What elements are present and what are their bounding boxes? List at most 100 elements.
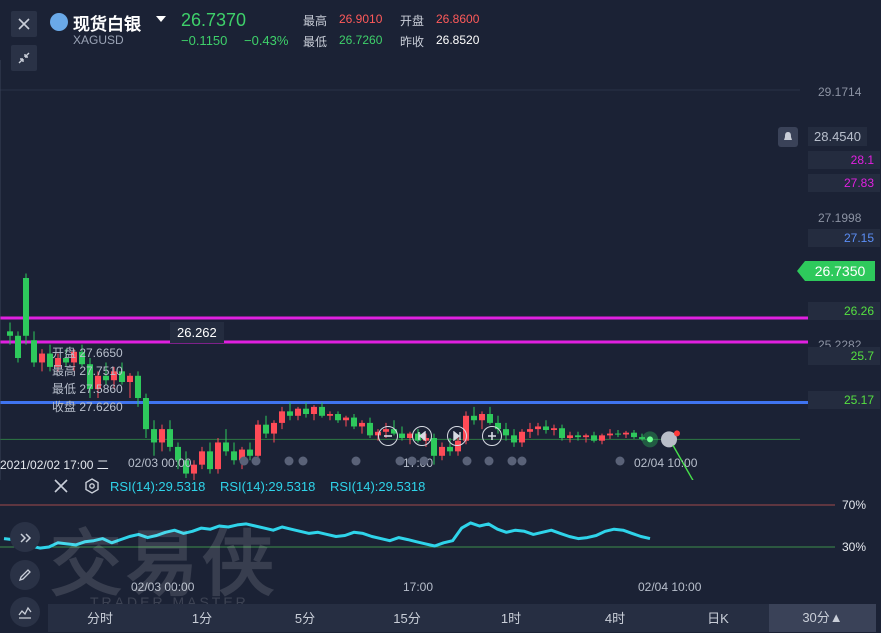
dropdown-icon[interactable] bbox=[156, 16, 166, 22]
candle-body bbox=[327, 414, 333, 416]
candle-body bbox=[15, 335, 21, 359]
candle-body bbox=[567, 435, 573, 439]
rsi-label-2: RSI(14):29.5318 bbox=[220, 479, 316, 494]
open-label: 开盘 bbox=[400, 14, 425, 28]
rsi-label-3: RSI(14):29.5318 bbox=[330, 479, 426, 494]
ohlc-high: 最高 27.7510 bbox=[52, 364, 123, 378]
open-value: 26.8600 bbox=[436, 12, 480, 26]
ohlc-overlay: 开盘 27.6650 最高 27.7510 最低 27.5860 收盘 27.6… bbox=[52, 344, 123, 416]
tab-15min[interactable]: 15分 bbox=[377, 608, 437, 627]
level-label-25-7: 25.7 bbox=[808, 347, 880, 365]
candle-body bbox=[135, 375, 141, 399]
candle-body bbox=[263, 424, 269, 434]
pencil-icon bbox=[18, 569, 31, 582]
candle-body bbox=[487, 414, 493, 423]
low-label: 最低 bbox=[303, 35, 328, 49]
candle-body bbox=[519, 431, 525, 443]
event-markers bbox=[239, 456, 625, 466]
candle-body bbox=[295, 408, 301, 416]
candle-body bbox=[527, 429, 533, 432]
candle-body bbox=[127, 375, 133, 383]
close-icon bbox=[54, 479, 68, 493]
expand-tool-button[interactable] bbox=[10, 522, 40, 552]
level-label-25-17: 25.17 bbox=[808, 391, 880, 409]
tab-4hour[interactable]: 4时 bbox=[585, 608, 645, 627]
prev-close-value: 26.8520 bbox=[436, 33, 480, 47]
silver-logo-icon bbox=[50, 13, 68, 31]
low-marker-value: 26.262 bbox=[177, 325, 217, 340]
plus-icon bbox=[488, 432, 496, 440]
price-change: −0.1150 bbox=[181, 33, 228, 48]
rsi-time-2: 17:00 bbox=[403, 580, 434, 594]
candle-body bbox=[551, 428, 557, 431]
candle-body bbox=[31, 340, 37, 363]
candle-body bbox=[351, 417, 357, 427]
ohlc-open: 开盘 27.6650 bbox=[52, 346, 123, 360]
candle-body bbox=[575, 435, 581, 438]
current-price-value: 26.7350 bbox=[814, 263, 866, 279]
ohlc-low: 最低 27.5860 bbox=[52, 382, 123, 396]
rsi-ref-high: 70% bbox=[842, 498, 867, 512]
skip-forward-icon bbox=[453, 431, 461, 441]
level-label-27-83: 27.83 bbox=[808, 174, 880, 192]
candle-body bbox=[39, 353, 45, 363]
candle-body bbox=[311, 406, 317, 415]
instrument-title[interactable]: 现货白银 bbox=[73, 10, 141, 35]
scroll-end-button[interactable] bbox=[447, 426, 467, 446]
level-label-27-15: 27.15 bbox=[808, 229, 880, 247]
candle-body bbox=[7, 331, 13, 336]
candle-body bbox=[143, 398, 149, 430]
prev-close-label: 昨收 bbox=[400, 35, 425, 49]
tab-day[interactable]: 日K bbox=[688, 608, 748, 627]
candle-body bbox=[319, 406, 325, 416]
candle-body bbox=[511, 435, 517, 443]
expand-icon bbox=[20, 533, 32, 543]
ohlc-close: 收盘 27.6260 bbox=[52, 400, 123, 414]
tab-5min[interactable]: 5分 bbox=[275, 608, 335, 627]
tab-tick[interactable]: 分时 bbox=[70, 608, 130, 627]
current-price-dot bbox=[647, 436, 653, 443]
indicator-icon bbox=[18, 606, 32, 619]
zoom-in-button[interactable] bbox=[482, 426, 502, 446]
close-icon bbox=[18, 18, 30, 30]
axis-price-alert: 28.4540 bbox=[808, 127, 867, 146]
current-price: 26.7370 bbox=[181, 10, 247, 30]
minus-icon bbox=[384, 435, 392, 437]
candlestick-chart[interactable] bbox=[0, 60, 881, 480]
rsi-ref-low: 30% bbox=[842, 540, 867, 554]
candle-body bbox=[343, 417, 349, 421]
skip-back-icon bbox=[418, 431, 426, 441]
tab-1hour[interactable]: 1时 bbox=[481, 608, 541, 627]
candle-body bbox=[503, 429, 509, 436]
alert-bell-icon[interactable] bbox=[778, 127, 798, 147]
candle-body bbox=[359, 422, 365, 427]
close-button[interactable] bbox=[11, 11, 37, 37]
low-value: 26.7260 bbox=[339, 33, 383, 47]
candle-body bbox=[631, 432, 637, 438]
zoom-out-button[interactable] bbox=[378, 426, 398, 446]
candle-body bbox=[271, 422, 277, 434]
price-change-pct: −0.43% bbox=[244, 33, 289, 48]
high-value: 26.9010 bbox=[339, 12, 383, 26]
instrument-symbol: XAGUSD bbox=[73, 33, 124, 47]
scroll-start-button[interactable] bbox=[412, 426, 432, 446]
indicator-tool-button[interactable] bbox=[10, 597, 40, 627]
candle-body bbox=[599, 435, 605, 441]
candle-body bbox=[623, 432, 629, 435]
rsi-label-1: RSI(14):29.5318 bbox=[110, 479, 206, 494]
candle-body bbox=[151, 429, 157, 443]
rsi-time-3: 02/04 10:00 bbox=[638, 580, 702, 594]
candle-body bbox=[559, 428, 565, 439]
candle-body bbox=[159, 429, 165, 443]
tab-1min[interactable]: 1分 bbox=[172, 608, 232, 627]
candle-body bbox=[335, 414, 341, 421]
candle-body bbox=[471, 415, 477, 421]
tab-30min[interactable]: 30分▲ bbox=[769, 604, 876, 632]
candle-body bbox=[583, 435, 589, 438]
info-alert-dot bbox=[674, 430, 680, 437]
candle-body bbox=[23, 277, 29, 336]
low-marker: 26.262 bbox=[170, 322, 224, 343]
draw-tool-button[interactable] bbox=[10, 560, 40, 590]
candle-body bbox=[287, 411, 293, 416]
candle-body bbox=[615, 433, 621, 435]
